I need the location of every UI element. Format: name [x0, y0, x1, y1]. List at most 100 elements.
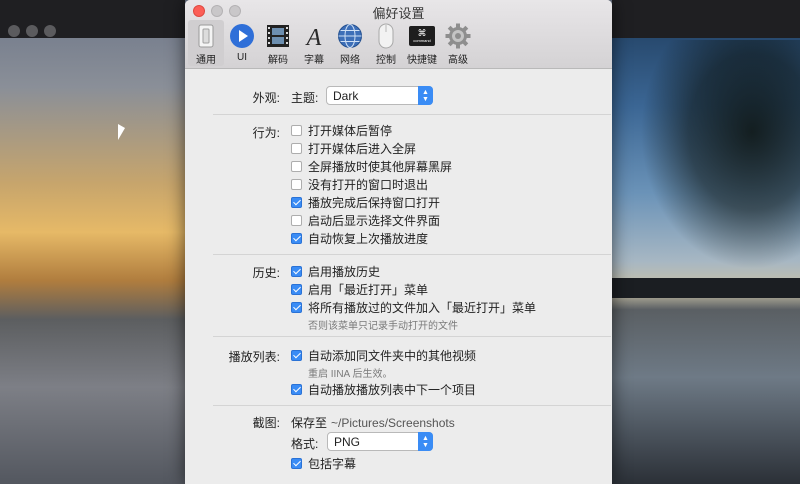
behavior-blackout-screens[interactable]: 全屏播放时使其他屏幕黑屏 — [291, 158, 452, 175]
chevron-updown-icon: ▲ ▼ — [418, 432, 433, 451]
command-key-symbol: ⌘ — [417, 27, 427, 38]
tab-control[interactable]: 控制 — [368, 20, 404, 66]
option-label: 启用「最近打开」菜单 — [308, 283, 429, 297]
screenshot-include-subtitles[interactable]: 包括字幕 — [291, 455, 356, 472]
general-pane: 外观: 主题: Dark ▲ ▼ 行为: 打开媒体后暂停 打开媒体后进入全屏 全屏… — [185, 69, 612, 484]
appearance-label: 外观: — [252, 91, 280, 105]
command-key-caption: command — [413, 37, 431, 43]
behavior-keep-window-open[interactable]: 播放完成后保持窗口打开 — [291, 194, 440, 211]
separator — [213, 405, 611, 406]
tab-network-label: 网络 — [340, 55, 360, 66]
tab-control-label: 控制 — [376, 55, 396, 66]
screenshot-save-location[interactable]: 保存至 ~/Pictures/Screenshots — [291, 414, 455, 431]
playlist-auto-add[interactable]: 自动添加同文件夹中的其他视频 — [291, 347, 476, 364]
tab-advanced[interactable]: 高级 — [440, 20, 476, 66]
option-label: 打开媒体后暂停 — [308, 124, 393, 138]
option-label: 打开媒体后进入全屏 — [308, 142, 417, 156]
player-minimize-button[interactable] — [26, 25, 38, 37]
playlist-note: 重启 IINA 后生效。 — [308, 369, 393, 380]
option-label: 自动添加同文件夹中的其他视频 — [308, 349, 477, 363]
format-label: 格式: — [291, 437, 319, 451]
checkbox-checked[interactable] — [291, 384, 302, 395]
mouse-icon — [372, 22, 400, 49]
checkbox[interactable] — [291, 161, 302, 172]
separator — [213, 254, 611, 255]
tab-shortcuts-label: 快捷键 — [407, 55, 437, 66]
tab-ui-label: UI — [237, 52, 247, 63]
mouse-cursor-icon — [118, 124, 125, 140]
tab-subtitles[interactable]: A 字幕 — [296, 20, 332, 67]
checkbox-checked[interactable] — [291, 302, 302, 313]
player-titlebar-left — [0, 0, 185, 38]
theme-value: Dark — [333, 88, 359, 103]
behavior-fullscreen-on-open[interactable]: 打开媒体后进入全屏 — [291, 140, 416, 157]
tab-subtitles-label: 字幕 — [304, 55, 324, 66]
tab-general[interactable]: 通用 — [188, 20, 224, 66]
option-label: 没有打开的窗口时退出 — [308, 178, 429, 192]
history-label: 历史: — [252, 266, 280, 280]
tab-decode[interactable]: 解码 — [260, 20, 296, 66]
tree-silhouette — [640, 40, 800, 270]
tab-shortcuts[interactable]: ⌘ command 快捷键 — [404, 20, 440, 66]
option-label: 自动播放播放列表中下一个项目 — [308, 383, 477, 397]
checkbox[interactable] — [291, 125, 302, 136]
switch-icon — [192, 22, 220, 49]
save-to-label: 保存至 — [291, 416, 328, 430]
behavior-pause-on-open[interactable]: 打开媒体后暂停 — [291, 122, 392, 139]
preferences-window: 偏好设置 通用 UI 解码 A 字幕 网络 控制 ⌘ command 快捷键 高… — [185, 0, 612, 484]
window-titlebar: 偏好设置 通用 UI 解码 A 字幕 网络 控制 ⌘ command 快捷键 高… — [185, 0, 612, 69]
option-label: 将所有播放过的文件加入「最近打开」菜单 — [308, 301, 537, 315]
tab-network[interactable]: 网络 — [332, 20, 368, 66]
svg-text:A: A — [305, 25, 322, 49]
option-label: 自动恢复上次播放进度 — [308, 232, 429, 246]
player-close-button[interactable] — [8, 25, 20, 37]
checkbox-checked[interactable] — [291, 197, 302, 208]
checkbox-checked[interactable] — [291, 458, 302, 469]
format-select[interactable]: PNG ▲ ▼ — [327, 432, 433, 451]
option-label: 包括字幕 — [308, 457, 357, 471]
checkbox-checked[interactable] — [291, 350, 302, 361]
history-add-all-to-recent[interactable]: 将所有播放过的文件加入「最近打开」菜单 — [291, 299, 536, 316]
gear-icon — [444, 22, 472, 49]
film-icon — [264, 22, 292, 49]
separator — [213, 336, 611, 337]
save-path: ~/Pictures/Screenshots — [331, 415, 455, 430]
option-label: 启动后显示选择文件界面 — [308, 214, 441, 228]
format-value: PNG — [334, 434, 361, 449]
theme-label: 主题: — [291, 91, 319, 105]
theme-select[interactable]: Dark ▲ ▼ — [326, 86, 433, 105]
play-circle-icon — [228, 22, 256, 50]
preferences-toolbar: 通用 UI 解码 A 字幕 网络 控制 ⌘ command 快捷键 高级 — [188, 20, 476, 66]
tab-ui[interactable]: UI — [224, 20, 260, 66]
checkbox[interactable] — [291, 143, 302, 154]
player-titlebar-right — [612, 0, 800, 38]
tab-general-label: 通用 — [196, 55, 216, 66]
behavior-quit-no-windows[interactable]: 没有打开的窗口时退出 — [291, 176, 428, 193]
history-note: 否则该菜单只记录手动打开的文件 — [308, 321, 458, 332]
behavior-resume-playback[interactable]: 自动恢复上次播放进度 — [291, 230, 428, 247]
option-label: 全屏播放时使其他屏幕黑屏 — [308, 160, 453, 174]
behavior-show-file-chooser[interactable]: 启动后显示选择文件界面 — [291, 212, 440, 229]
playlist-label: 播放列表: — [228, 350, 280, 364]
checkbox[interactable] — [291, 179, 302, 190]
player-zoom-button[interactable] — [44, 25, 56, 37]
checkbox-checked[interactable] — [291, 266, 302, 277]
globe-icon — [336, 22, 364, 49]
chevron-updown-icon: ▲ ▼ — [418, 86, 433, 105]
history-recent-menu[interactable]: 启用「最近打开」菜单 — [291, 281, 428, 298]
history-enable[interactable]: 启用播放历史 — [291, 263, 380, 280]
command-key-icon: ⌘ command — [408, 22, 436, 49]
option-label: 播放完成后保持窗口打开 — [308, 196, 441, 210]
tab-decode-label: 解码 — [268, 55, 288, 66]
separator — [213, 114, 611, 115]
behavior-label: 行为: — [252, 126, 280, 140]
screenshot-label: 截图: — [252, 416, 280, 430]
shoreline — [612, 278, 800, 298]
font-icon: A — [300, 22, 328, 49]
tab-advanced-label: 高级 — [448, 55, 468, 66]
checkbox-checked[interactable] — [291, 284, 302, 295]
checkbox-checked[interactable] — [291, 233, 302, 244]
checkbox[interactable] — [291, 215, 302, 226]
option-label: 启用播放历史 — [308, 265, 381, 279]
playlist-autoplay-next[interactable]: 自动播放播放列表中下一个项目 — [291, 381, 476, 398]
